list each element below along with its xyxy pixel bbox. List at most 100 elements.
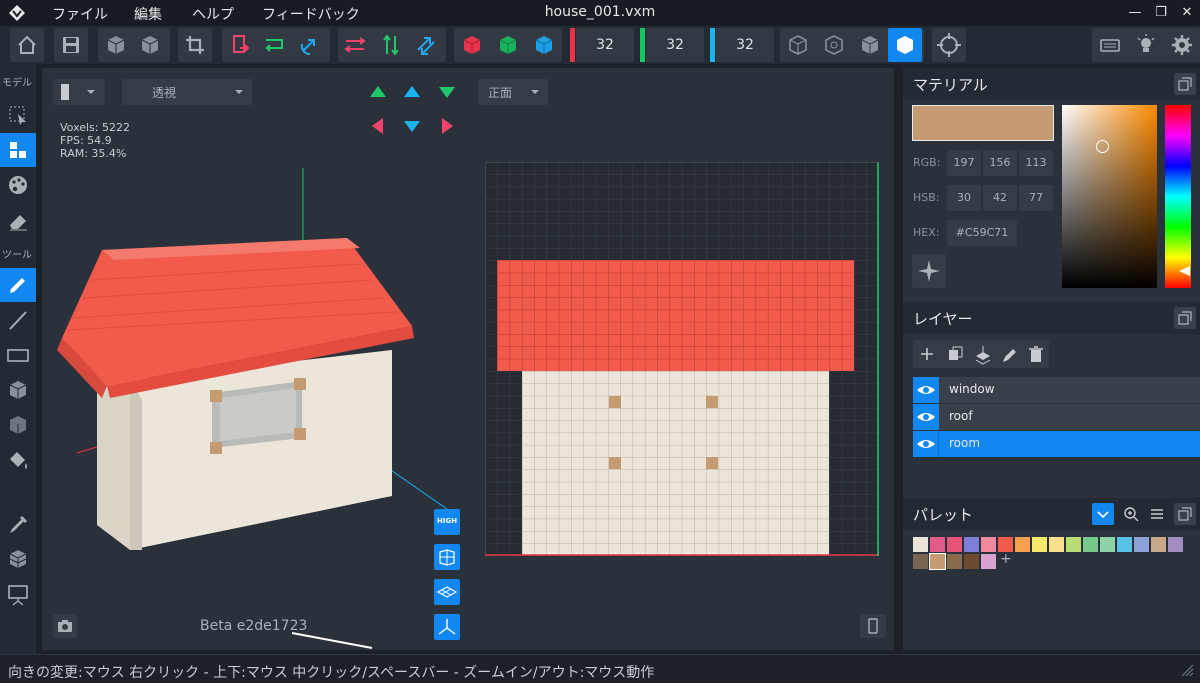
material-header: マテリアル (903, 68, 1200, 100)
layer-visibility-toggle[interactable] (913, 404, 939, 430)
palette-popout-button[interactable] (1174, 503, 1196, 525)
palette-swatch[interactable] (981, 537, 996, 552)
palette-swatch[interactable] (1151, 537, 1166, 552)
duplicate-layer-icon (949, 346, 963, 360)
hsb-h-input[interactable]: 30 (947, 185, 981, 211)
palette-swatch[interactable] (964, 537, 979, 552)
grid-wall-button[interactable] (434, 544, 460, 570)
rgb-g-input[interactable]: 156 (983, 150, 1017, 176)
presentation-tool-button[interactable] (0, 577, 36, 611)
cube-y-icon (499, 36, 517, 54)
palette-swatch[interactable] (998, 537, 1013, 552)
palette-swatch[interactable] (1168, 537, 1183, 552)
palette-swatch[interactable] (1015, 537, 1030, 552)
hsb-label: HSB: (913, 191, 940, 204)
palette-menu-button[interactable] (1146, 503, 1168, 525)
hamburger-icon (1151, 509, 1163, 519)
size-x-input[interactable]: 32 (576, 28, 634, 62)
maximize-icon[interactable]: ❐ (1148, 0, 1174, 26)
layer-visibility-toggle[interactable] (913, 431, 939, 457)
paint-tool-button[interactable] (0, 168, 36, 202)
palette-swatch[interactable] (1100, 537, 1115, 552)
export-model-icon (141, 36, 159, 54)
palette-zoom-button[interactable] (1120, 503, 1142, 525)
size-x-color (570, 28, 575, 62)
shape-tool-button[interactable] (0, 408, 36, 442)
home-button[interactable] (10, 28, 44, 62)
cube-outline-icon (10, 416, 26, 434)
palette-swatch[interactable] (1117, 537, 1132, 552)
palette-swatch[interactable] (1049, 537, 1064, 552)
rotate-blue-icon (300, 39, 315, 55)
hsb-b-input[interactable]: 77 (1019, 185, 1053, 211)
layer-row[interactable]: window (913, 377, 1200, 403)
rect-tool-button[interactable] (0, 338, 36, 372)
rename-layer-icon (1003, 349, 1016, 362)
hex-label: HEX: (913, 226, 940, 239)
palette-swatch[interactable] (930, 537, 945, 552)
hex-input[interactable]: #C59C71 (947, 220, 1017, 246)
rgb-label: RGB: (913, 156, 941, 169)
palette-swatch[interactable] (1032, 537, 1047, 552)
grid-floor-button[interactable] (434, 579, 460, 605)
palette-swatch[interactable] (929, 553, 946, 570)
palette-swatch[interactable] (1066, 537, 1081, 552)
swap-horizontal-icon (344, 37, 366, 53)
color-picker-handle[interactable] (1096, 140, 1109, 153)
material-effect-button[interactable] (912, 254, 946, 288)
home-icon (18, 35, 36, 54)
layer-row[interactable]: roof (913, 404, 1200, 430)
palette-swatch[interactable] (981, 554, 996, 569)
rgb-b-input[interactable]: 113 (1019, 150, 1053, 176)
saturation-brightness-picker[interactable] (1062, 105, 1157, 288)
layer-name: room (949, 436, 981, 450)
material-title: マテリアル (913, 76, 988, 94)
line-tool-button[interactable] (0, 303, 36, 337)
layers-popout-button[interactable] (1174, 307, 1196, 329)
rgb-r-input[interactable]: 197 (947, 150, 981, 176)
device-preview-button[interactable] (860, 614, 886, 638)
palette-swatch[interactable] (964, 554, 979, 569)
box-tool-button[interactable] (0, 373, 36, 407)
layer-row-selected[interactable]: room (913, 431, 1200, 457)
rectangle-icon (7, 349, 29, 362)
eyedropper-tool-button[interactable] (0, 507, 36, 541)
object-tool-button[interactable] (0, 542, 36, 576)
size-y-input[interactable]: 32 (646, 28, 704, 62)
merge-layer-icon (975, 346, 991, 365)
palette-swatch[interactable] (1134, 537, 1149, 552)
screenshot-button[interactable] (53, 614, 77, 638)
hsb-s-input[interactable]: 42 (983, 185, 1017, 211)
eye-icon (917, 413, 935, 421)
layer-visibility-toggle[interactable] (913, 377, 939, 403)
palette-swatch[interactable] (1083, 537, 1098, 552)
add-swatch-button[interactable]: + (1000, 551, 1012, 567)
pencil-tool-button[interactable] (0, 268, 36, 302)
render-solid-button[interactable] (888, 28, 922, 62)
fill-tool-button[interactable] (0, 443, 36, 477)
hue-handle-icon (1179, 266, 1190, 276)
hue-slider[interactable] (1165, 105, 1191, 288)
select-tool-button[interactable] (0, 98, 36, 132)
crosshair-icon (937, 33, 961, 57)
palette-swatch[interactable] (947, 537, 962, 552)
size-z-input[interactable]: 32 (716, 28, 774, 62)
minimize-icon[interactable]: — (1122, 0, 1148, 26)
palette-swatch[interactable] (913, 554, 928, 569)
voxel-tool-button[interactable] (0, 133, 36, 167)
close-icon[interactable]: ✕ (1174, 0, 1200, 26)
quality-high-button[interactable]: HIGH (434, 509, 460, 535)
import-model-icon (107, 36, 125, 54)
eye-icon (917, 386, 935, 394)
erase-tool-button[interactable] (0, 203, 36, 237)
axis-button[interactable] (434, 614, 460, 640)
target-button[interactable] (932, 28, 966, 62)
palette-dropdown-button[interactable] (1092, 503, 1114, 525)
front-view-canvas[interactable] (485, 162, 879, 556)
crop-button[interactable] (178, 28, 212, 62)
palette-swatch[interactable] (913, 537, 928, 552)
cube-icon (9, 381, 27, 399)
palette-swatch[interactable] (947, 554, 962, 569)
save-button[interactable] (54, 28, 88, 62)
material-popout-button[interactable] (1174, 73, 1196, 95)
